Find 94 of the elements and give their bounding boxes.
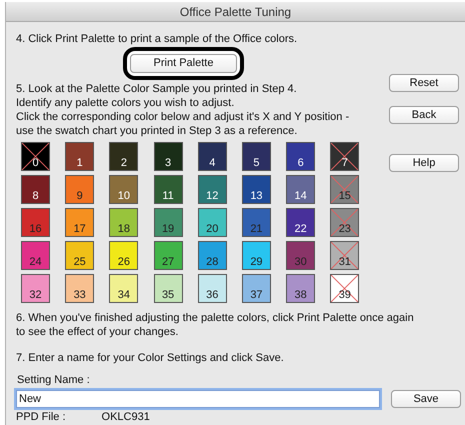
- swatch-number: 14: [294, 190, 307, 202]
- color-swatch[interactable]: 18: [109, 208, 138, 237]
- swatch-number: 10: [118, 190, 130, 202]
- swatch-number: 31: [338, 256, 351, 268]
- color-swatch[interactable]: 34: [109, 274, 138, 303]
- color-swatch[interactable]: 12: [198, 175, 227, 204]
- swatch-number: 35: [162, 289, 174, 301]
- instruction-text: Identify any palette colors you wish to adjust.: [16, 96, 236, 110]
- color-swatch[interactable]: 37: [242, 274, 271, 303]
- swatch-number: 21: [250, 223, 263, 235]
- swatch-number: 26: [118, 256, 130, 268]
- color-swatch[interactable]: 25: [65, 241, 94, 270]
- color-swatch[interactable]: 1: [65, 142, 94, 171]
- field-label: Setting Name :: [17, 373, 91, 387]
- color-swatch[interactable]: 28: [198, 241, 227, 270]
- color-swatch[interactable]: 29: [242, 241, 271, 270]
- color-swatch[interactable]: 10: [109, 175, 138, 204]
- instruction-text: 5. Look at the Palette Color Sample you printed in Step 4.: [16, 82, 298, 96]
- cross-icon: [331, 275, 358, 302]
- color-swatch[interactable]: 13: [242, 175, 271, 204]
- swatch-number: 37: [250, 289, 263, 301]
- swatch-number: 25: [74, 256, 86, 268]
- swatch-number: 38: [294, 289, 307, 301]
- color-swatch[interactable]: 20: [198, 208, 227, 237]
- instruction-text: 4. Click Print Palette to print a sample of the Office colors.: [16, 32, 298, 46]
- color-swatch[interactable]: 11: [154, 175, 183, 204]
- cross-icon: [331, 176, 358, 203]
- swatch-number: 19: [162, 223, 174, 235]
- swatch-number: 7: [342, 157, 348, 169]
- window-title: Office Palette Tuning: [6, 2, 465, 22]
- swatch-number: 11: [162, 190, 174, 202]
- swatch-number: 36: [206, 289, 218, 301]
- field-label: PPD File :: [16, 411, 66, 424]
- swatch-number: 5: [253, 157, 260, 169]
- side-button[interactable]: Help: [389, 154, 459, 172]
- instruction-text: 6. When you've finished adjusting the palette colors, click Print Palette once again to see the effect of your changes.: [16, 311, 415, 339]
- cross-icon: [331, 242, 358, 269]
- color-swatch[interactable]: 14: [286, 175, 316, 204]
- swatch-number: 16: [29, 223, 42, 235]
- color-swatch[interactable]: 3: [154, 142, 183, 171]
- swatch-number: 4: [209, 157, 216, 169]
- swatch-number: 34: [118, 289, 130, 301]
- color-swatch[interactable]: 6: [286, 142, 316, 171]
- swatch-number: 12: [206, 190, 218, 202]
- swatch-number: 22: [294, 223, 307, 235]
- swatch-number: 28: [206, 256, 218, 268]
- swatch-number: 29: [250, 256, 263, 268]
- swatch-number: 2: [120, 157, 127, 169]
- color-swatch[interactable]: 8: [21, 175, 50, 204]
- color-swatch[interactable]: 4: [198, 142, 227, 171]
- color-swatch[interactable]: 27: [154, 241, 183, 270]
- color-swatch[interactable]: 19: [154, 208, 183, 237]
- side-button[interactable]: Reset: [389, 74, 459, 92]
- color-swatch[interactable]: 38: [286, 274, 316, 303]
- swatch-number: 39: [338, 289, 351, 301]
- color-swatch[interactable]: 9: [65, 175, 94, 204]
- cross-icon: [331, 209, 358, 236]
- color-swatch[interactable]: 26: [109, 241, 138, 270]
- field-value: OKLC931: [102, 411, 150, 424]
- cross-icon: [22, 143, 49, 170]
- instruction-text: Click the corresponding color below and adjust it's X and Y position -: [16, 110, 350, 124]
- side-button[interactable]: Back: [389, 106, 459, 124]
- color-swatch[interactable]: 17: [65, 208, 94, 237]
- color-swatch[interactable]: 5: [242, 142, 271, 171]
- color-swatch[interactable]: 32: [21, 274, 50, 303]
- swatch-number: 24: [29, 256, 42, 268]
- swatch-number: 9: [76, 190, 83, 202]
- swatch-number: 3: [165, 157, 172, 169]
- swatch-number: 0: [32, 157, 39, 169]
- swatch-number: 17: [74, 223, 86, 235]
- swatch-number: 20: [206, 223, 218, 235]
- instruction-text: 7. Enter a name for your Color Settings and click Save.: [16, 351, 285, 365]
- print-palette-button[interactable]: Print Palette: [130, 54, 237, 73]
- color-swatch[interactable]: 24: [21, 241, 50, 270]
- color-swatch[interactable]: 36: [198, 274, 227, 303]
- swatch-number: 8: [32, 190, 39, 202]
- color-swatch[interactable]: 2: [109, 142, 138, 171]
- swatch-number: 18: [118, 223, 130, 235]
- swatch-number: 1: [76, 157, 83, 169]
- swatch-number: 23: [338, 223, 351, 235]
- swatch-number: 6: [298, 157, 304, 169]
- swatch-number: 30: [294, 256, 307, 268]
- swatch-number: 32: [29, 289, 42, 301]
- cross-icon: [331, 143, 358, 170]
- save-button[interactable]: Save: [391, 390, 461, 408]
- color-swatch[interactable]: 22: [286, 208, 316, 237]
- setting-name-field[interactable]: New: [16, 390, 380, 408]
- swatch-number: 27: [162, 256, 174, 268]
- color-swatch[interactable]: 35: [154, 274, 183, 303]
- instruction-text: use the swatch chart you printed in Step 3 as a reference.: [16, 124, 298, 138]
- swatch-number: 15: [338, 190, 351, 202]
- swatch-number: 33: [74, 289, 86, 301]
- color-swatch[interactable]: 33: [65, 274, 94, 303]
- swatch-number: 13: [250, 190, 263, 202]
